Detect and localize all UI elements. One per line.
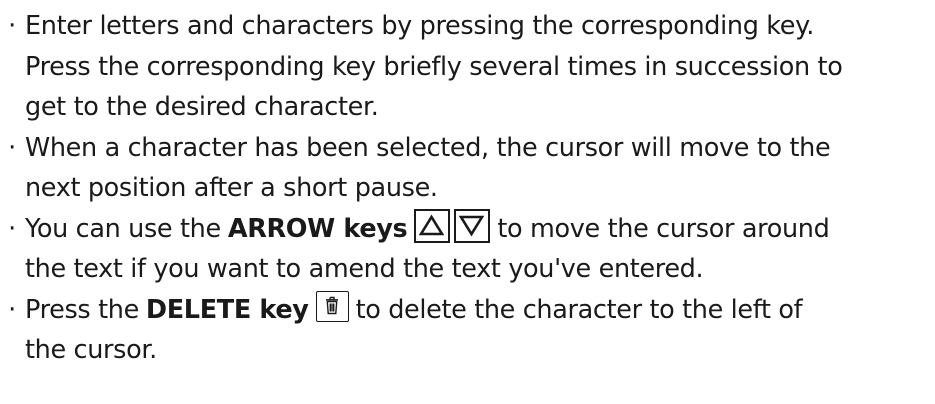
instruction-page: · Enter letters and characters by pressi… (0, 0, 935, 404)
list-item: · Press the DELETE key to delete the chara… (0, 290, 930, 371)
instruction-line: Enter letters and characters by pressing… (25, 11, 814, 41)
bullet-marker: · (8, 294, 16, 325)
arrow-up-icon (419, 214, 445, 235)
text-after-keyword: to delete the character to the left of (355, 294, 803, 325)
list-item: · You can use the ARROW keys to move the c… (0, 208, 930, 290)
delete-key-label: DELETE key (145, 294, 309, 325)
instruction-line: the text if you want to amend the text y… (25, 254, 704, 284)
delete-key (315, 290, 349, 322)
trash-can-icon (325, 296, 338, 314)
text-after-keyword: to move the cursor around (497, 213, 830, 244)
instruction-line: Press the DELETE key to delete the charact… (25, 290, 930, 331)
instruction-list: · Enter letters and characters by pressi… (0, 6, 930, 371)
instruction-line: You can use the ARROW keys to move the cur… (25, 208, 930, 250)
arrow-up-key (414, 208, 451, 243)
text-before-keyword: You can use the (25, 213, 221, 244)
instruction-line: the cursor. (25, 335, 157, 365)
arrow-down-key (454, 208, 491, 243)
list-item: · When a character has been selected, th… (0, 128, 930, 209)
bullet-marker: · (8, 11, 16, 41)
arrow-keys-label: ARROW keys (227, 213, 408, 244)
text-before-keyword: Press the (25, 294, 139, 325)
instruction-line: When a character has been selected, the … (25, 132, 831, 163)
bullet-marker: · (8, 132, 16, 163)
arrow-down-icon (459, 215, 485, 236)
instruction-line: get to the desired character. (25, 92, 379, 122)
list-item: · Enter letters and characters by pressi… (0, 6, 930, 128)
bullet-marker: · (8, 213, 16, 244)
instruction-line: next position after a short pause. (25, 173, 438, 203)
instruction-line: Press the corresponding key briefly seve… (25, 51, 843, 82)
